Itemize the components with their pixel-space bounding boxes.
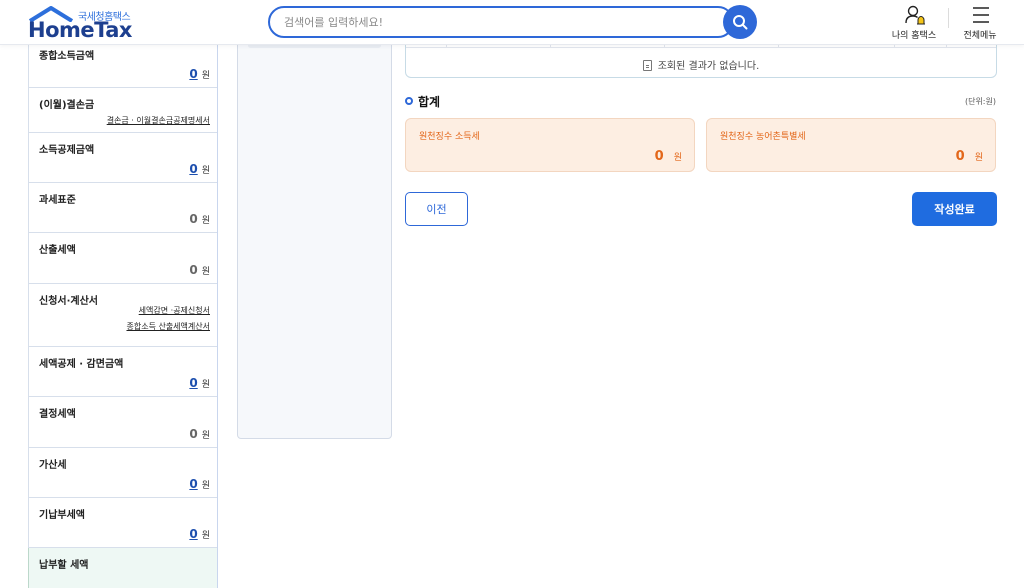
card-unit: 원 — [673, 153, 682, 163]
bullet-icon — [405, 97, 413, 105]
card-unit: 원 — [974, 153, 983, 163]
logo-title: HomeTax — [28, 18, 132, 42]
tax-reduction-form-link[interactable]: 세액감면 ·공제신청서 — [139, 305, 210, 316]
sidebar-item-amount: 0원 — [189, 527, 210, 541]
withholding-income-tax-card: 원천징수 소득세 0원 — [405, 118, 695, 172]
amount-unit: 원 — [201, 71, 210, 81]
amount-value-link[interactable]: 0 — [189, 162, 197, 176]
sidebar-item-total-income[interactable]: 종합소득금액 0원 — [28, 45, 217, 88]
amount-value: 0 — [189, 263, 198, 277]
sidebar-item-calculated-tax[interactable]: 산출세액 0원 — [28, 233, 217, 284]
sidebar-item-label: 과세표준 — [39, 195, 76, 206]
amount-value-link[interactable]: 0 — [189, 67, 197, 81]
card-value: 0원 — [956, 145, 983, 164]
sidebar-item-income-deduction[interactable]: 소득공제금액 0원 — [28, 133, 217, 183]
no-result-label: 조회된 결과가 없습니다. — [657, 61, 760, 72]
sidebar-item-label: 가산세 — [39, 460, 67, 471]
prev-button[interactable]: 이전 — [405, 192, 468, 226]
loss-statement-link[interactable]: 결손금 · 이월결손금공제명세서 — [107, 115, 210, 126]
sidebar-item-determined-tax[interactable]: 결정세액 0원 — [28, 397, 217, 448]
sidebar-item-amount: 0원 — [189, 263, 210, 277]
sidebar-item-tax-payable[interactable]: 납부할 세액 0원 — [28, 548, 217, 588]
header-divider — [948, 8, 949, 28]
search-button[interactable] — [723, 5, 757, 39]
table-header-line — [406, 47, 996, 48]
sidebar-item-label: 종합소득금액 — [39, 51, 95, 62]
amount-unit: 원 — [201, 166, 210, 176]
sidebar-item-label: 결정세액 — [39, 409, 76, 420]
sidebar-item-label: 신청서·계산서 — [39, 296, 98, 307]
amount-value: 0 — [189, 427, 198, 441]
summary-title: 합계 — [418, 95, 441, 109]
amount-value-link[interactable]: 0 — [189, 527, 197, 541]
sidebar-nav: 종합소득금액 0원 (이월)결손금 결손금 · 이월결손금공제명세서 소득공제금… — [28, 45, 218, 588]
sidebar-item-amount: 0원 — [189, 212, 210, 226]
sidebar-item-prepaid-tax[interactable]: 기납부세액 0원 — [28, 498, 217, 548]
sidebar-item-label: 세액공제 · 감면금액 — [39, 359, 124, 370]
sidebar-item-label: 기납부세액 — [39, 510, 85, 521]
complete-button[interactable]: 작성완료 — [912, 192, 997, 226]
sidebar-item-loss[interactable]: (이월)결손금 결손금 · 이월결손금공제명세서 — [28, 88, 217, 133]
amount-unit: 원 — [201, 431, 210, 441]
sidebar-item-label: 산출세액 — [39, 245, 76, 256]
sidebar-item-label: 소득공제금액 — [39, 145, 95, 156]
user-bell-icon — [905, 5, 925, 25]
all-menu-button[interactable]: 전체메뉴 — [952, 4, 1008, 42]
sidebar-item-amount: 0원 — [189, 427, 210, 441]
sidebar-item-tax-base[interactable]: 과세표준 0원 — [28, 183, 217, 233]
amount-unit: 원 — [201, 531, 210, 541]
amount-unit: 원 — [201, 267, 210, 277]
unit-note: (단위:원) — [964, 97, 996, 106]
card-label: 원천징수 농어촌특별세 — [720, 132, 806, 142]
sidebar-item-amount: 0원 — [189, 376, 210, 390]
amount-unit: 원 — [201, 380, 210, 390]
amount-unit: 원 — [201, 216, 210, 226]
amount-value: 0 — [189, 212, 198, 226]
my-hometax-link[interactable]: 나의 홈택스 — [886, 4, 942, 42]
sidebar-item-additional-tax[interactable]: 가산세 0원 — [28, 448, 217, 498]
tax-calculation-form-link[interactable]: 종합소득 산출세액계산서 — [126, 321, 210, 332]
search-icon — [733, 15, 748, 30]
card-value: 0원 — [655, 145, 682, 164]
hamburger-menu-icon — [973, 7, 989, 23]
amount-value-link[interactable]: 0 — [189, 477, 197, 491]
amount-value-link[interactable]: 0 — [189, 376, 197, 390]
sidebar-item-amount: 0원 — [189, 477, 210, 491]
hometax-logo[interactable]: 국세청홈택스 HomeTax — [28, 6, 138, 42]
document-icon — [642, 60, 652, 71]
sidebar-item-tax-credit[interactable]: 세액공제 · 감면금액 0원 — [28, 347, 217, 397]
sidebar-item-label: (이월)결손금 — [39, 100, 95, 111]
card-label: 원천징수 소득세 — [419, 132, 480, 142]
card-amount: 0 — [654, 149, 664, 164]
all-menu-label: 전체메뉴 — [963, 31, 997, 41]
withholding-rural-tax-card: 원천징수 농어촌특별세 0원 — [706, 118, 996, 172]
sidebar-item-label: 납부할 세액 — [39, 560, 89, 571]
card-amount: 0 — [955, 149, 965, 164]
amount-unit: 원 — [201, 481, 210, 491]
sidebar-item-amount: 0원 — [189, 162, 210, 176]
sidebar-item-amount: 0원 — [189, 67, 210, 81]
middle-panel — [237, 30, 392, 439]
no-result-message: 조회된 결과가 없습니다. — [406, 57, 996, 72]
search-input[interactable] — [284, 8, 704, 36]
my-hometax-label: 나의 홈택스 — [891, 31, 937, 41]
sidebar-item-application-forms[interactable]: 신청서·계산서 세액감면 ·공제신청서 종합소득 산출세액계산서 — [28, 284, 217, 347]
search-box — [268, 6, 734, 38]
top-header: 국세청홈택스 HomeTax 나의 홈택스 전체메뉴 — [0, 0, 1024, 45]
